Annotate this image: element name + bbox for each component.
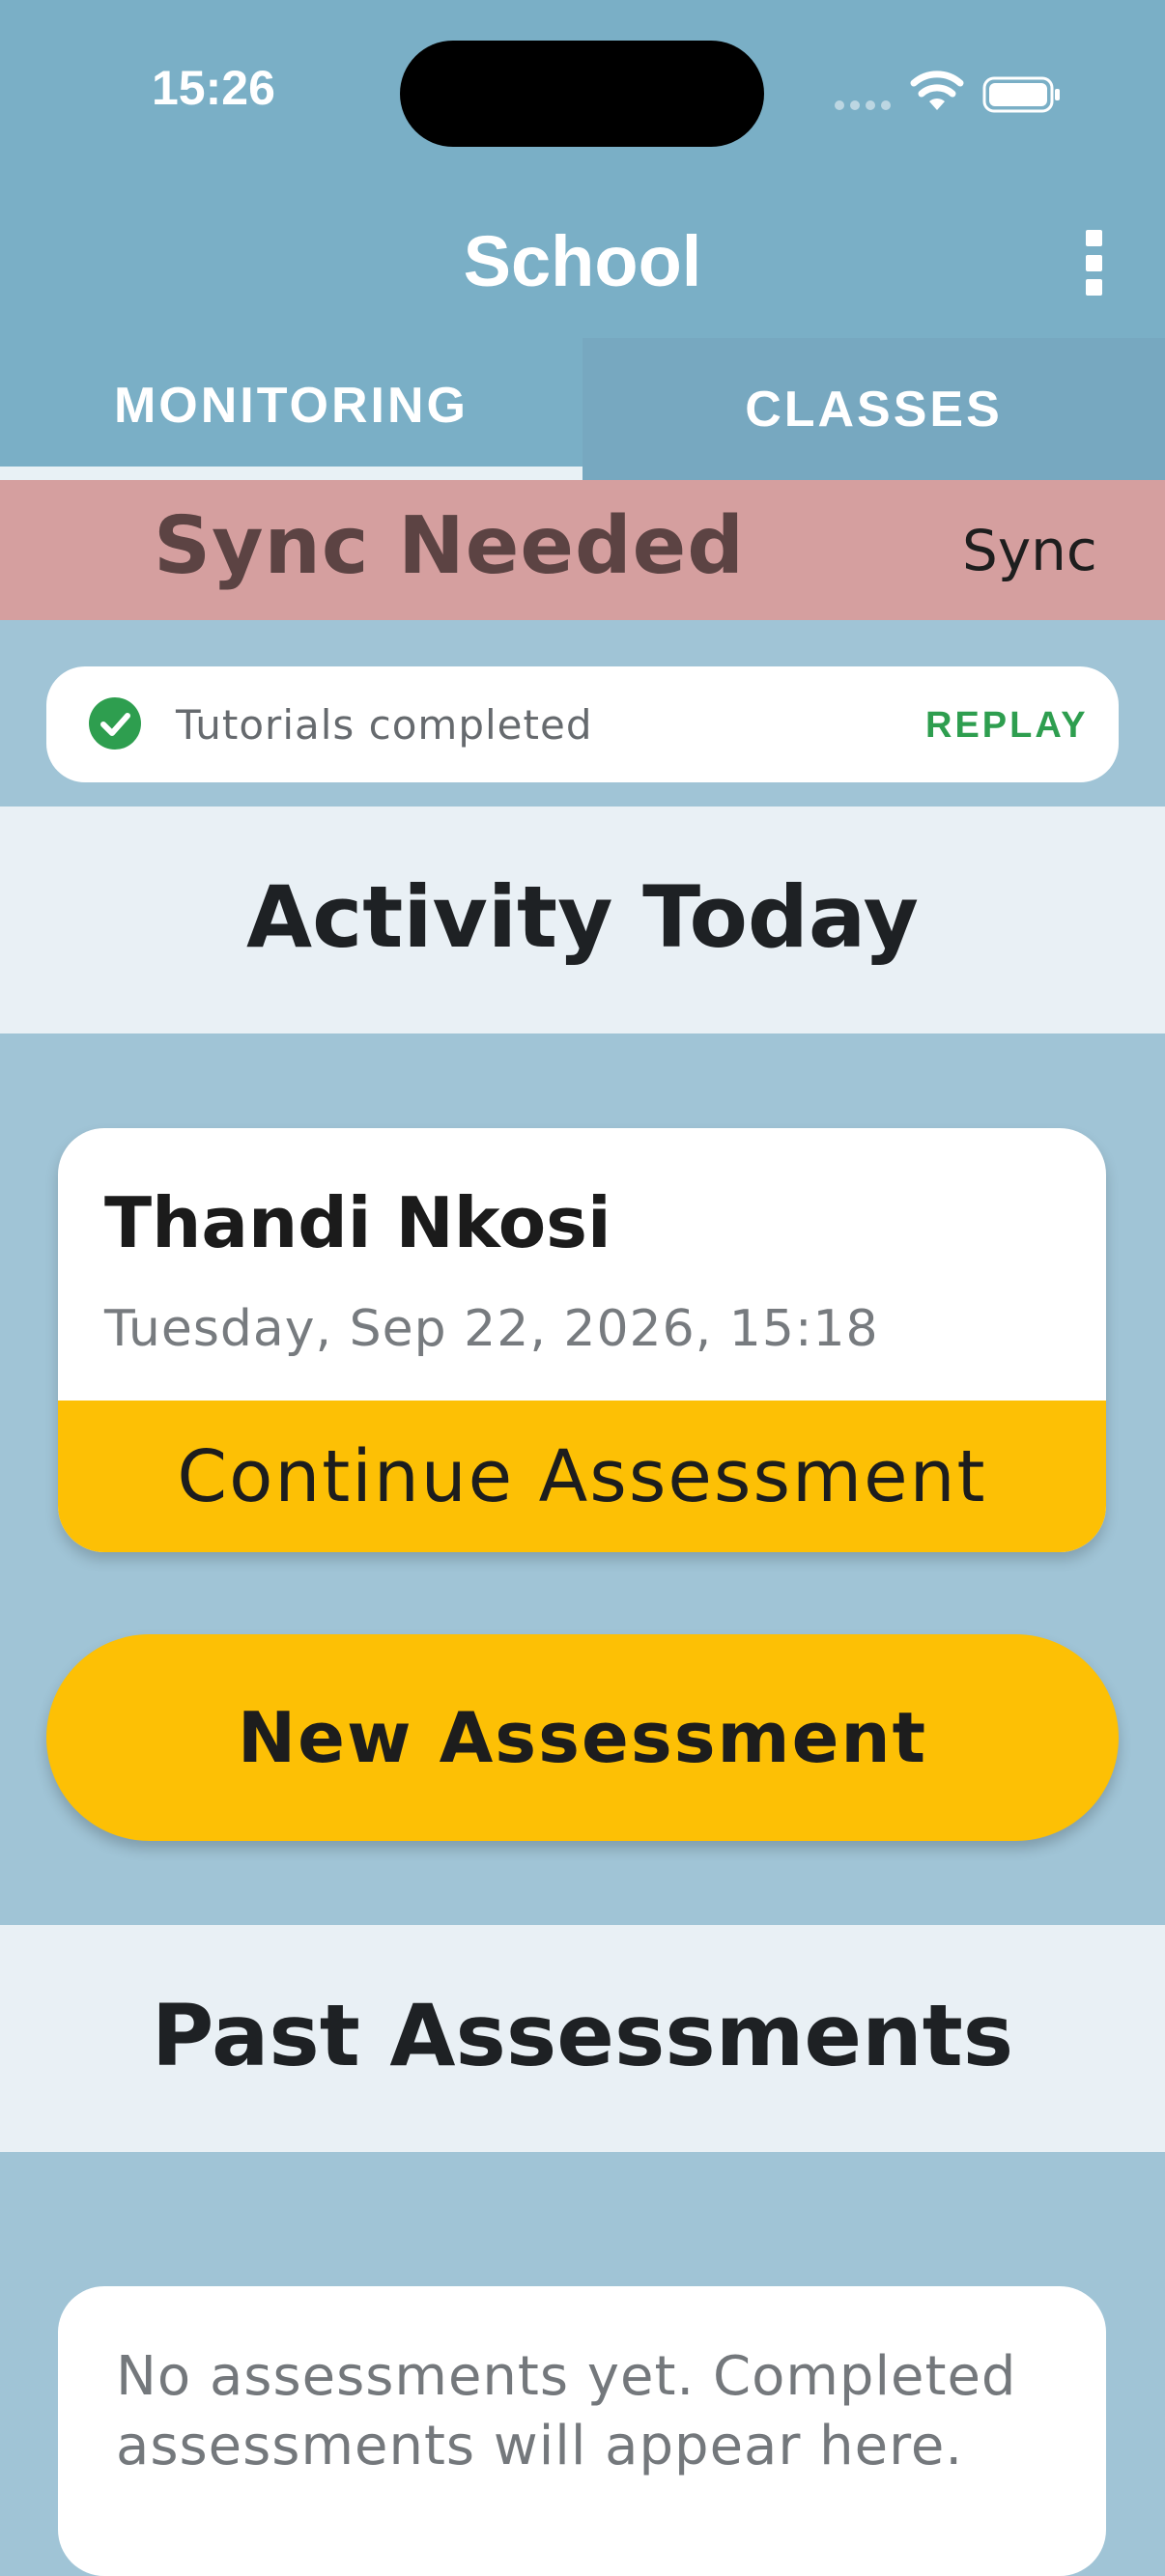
tab-classes[interactable]: CLASSES bbox=[582, 338, 1165, 480]
app-title: School bbox=[463, 221, 702, 301]
tab-monitoring[interactable]: MONITORING bbox=[0, 338, 582, 473]
past-assessments-title: Past Assessments bbox=[151, 1986, 1014, 2085]
replay-tutorials-button[interactable]: REPLAY bbox=[925, 705, 1089, 747]
check-circle-icon bbox=[89, 697, 141, 750]
tab-monitoring-label: MONITORING bbox=[113, 378, 469, 434]
new-assessment-label: New Assessment bbox=[237, 1697, 928, 1778]
cellular-signal-icon bbox=[835, 97, 893, 110]
activity-today-title: Activity Today bbox=[246, 867, 919, 967]
continue-assessment-button[interactable]: Continue Assessment bbox=[58, 1401, 1106, 1552]
empty-state-message: No assessments yet. Completed assessment… bbox=[116, 2345, 1017, 2477]
tab-classes-label: CLASSES bbox=[745, 381, 1003, 438]
new-assessment-button[interactable]: New Assessment bbox=[46, 1634, 1119, 1841]
wifi-icon bbox=[910, 70, 964, 112]
sync-button[interactable]: Sync bbox=[962, 518, 1107, 583]
student-name: Thandi Nkosi bbox=[104, 1182, 611, 1263]
dynamic-island bbox=[400, 41, 764, 147]
tab-selected-indicator bbox=[0, 467, 582, 480]
tutorials-completed-label: Tutorials completed bbox=[176, 701, 593, 749]
battery-icon bbox=[982, 76, 1062, 113]
sync-needed-message: Sync Needed bbox=[154, 500, 745, 592]
more-options-icon[interactable] bbox=[1080, 230, 1109, 296]
status-time: 15:26 bbox=[152, 61, 275, 115]
assessment-datetime: Tuesday, Sep 22, 2026, 15:18 bbox=[104, 1300, 879, 1358]
